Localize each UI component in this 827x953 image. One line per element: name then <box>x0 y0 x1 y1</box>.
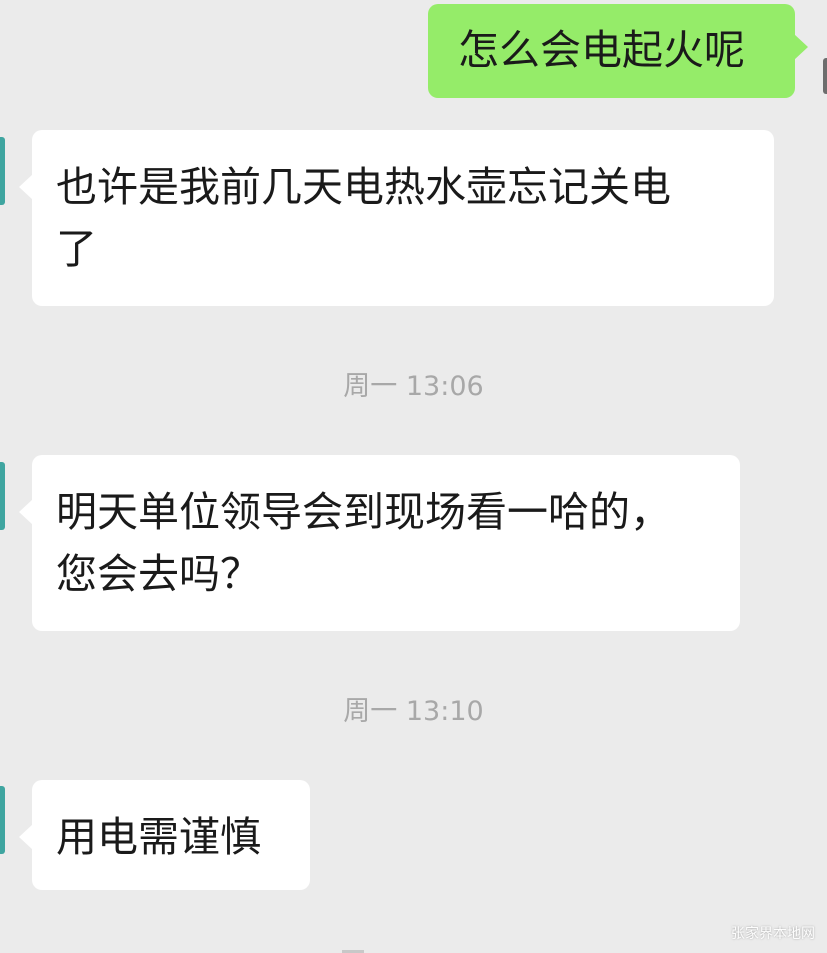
message-timestamp: 周一 13:10 <box>343 696 484 727</box>
incoming-message-bubble[interactable]: 用电需谨慎 <box>19 780 310 890</box>
contact-avatar-edge[interactable] <box>0 786 5 854</box>
message-text: 也许是我前几天电热水壶忘记关电 了 <box>56 163 671 273</box>
message-timestamp: 周一 13:06 <box>343 371 484 402</box>
watermark-logo: 张家界本地网 <box>731 926 815 942</box>
message-text: 明天单位领导会到现场看一哈的， 您会去吗？ <box>56 488 671 598</box>
outgoing-message-bubble[interactable]: 怎么会电起火呢 <box>428 4 808 98</box>
message-text: 怎么会电起火呢 <box>458 26 745 74</box>
contact-avatar-edge[interactable] <box>0 462 5 530</box>
my-avatar-edge[interactable] <box>823 58 827 94</box>
contact-avatar-edge[interactable] <box>0 137 5 205</box>
chat-view[interactable]: 怎么会电起火呢 也许是我前几天电热水壶忘记关电 了 周一 13:06 明天单位领… <box>0 0 827 953</box>
incoming-message-bubble[interactable]: 明天单位领导会到现场看一哈的， 您会去吗？ <box>19 455 740 631</box>
message-text: 用电需谨慎 <box>56 813 261 861</box>
incoming-message-bubble[interactable]: 也许是我前几天电热水壶忘记关电 了 <box>19 130 774 306</box>
